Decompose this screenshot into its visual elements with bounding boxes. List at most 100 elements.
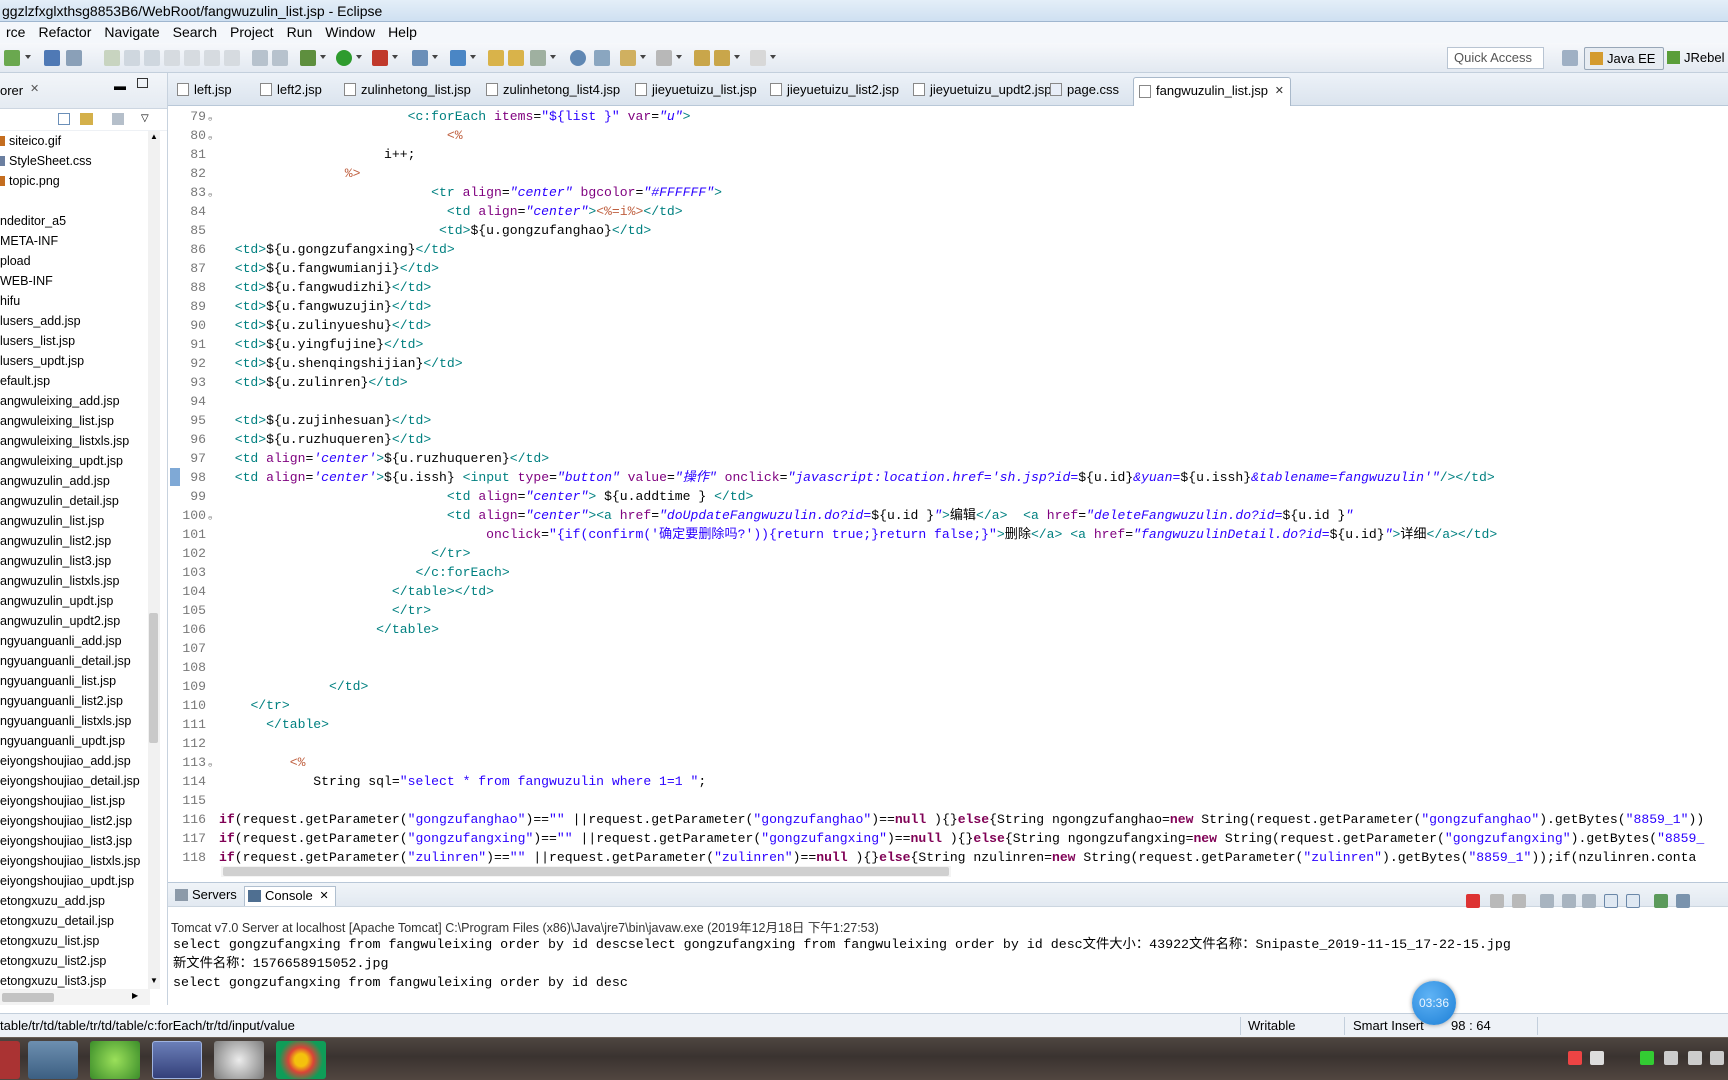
code-line[interactable]: 81 i++; [168, 145, 1728, 164]
tree-item[interactable]: lusers_updt.jsp [0, 351, 150, 371]
tree-item[interactable]: siteico.gif [0, 131, 150, 151]
tab-fangwuzulin-list-jsp[interactable]: fangwuzulin_list.jsp ✕ [1133, 77, 1292, 107]
code-line[interactable]: 117 if(request.getParameter("gongzufangxi… [168, 829, 1728, 848]
code-line[interactable]: 90 <td>${u.zulinyueshu}</td> [168, 316, 1728, 335]
code-line[interactable]: 115 [168, 791, 1728, 810]
code-line[interactable]: 102 </tr> [168, 544, 1728, 563]
code-line[interactable]: 79 ⊖ <c:forEach items="${list }" var="u"> [168, 107, 1728, 126]
scrollbar-thumb[interactable] [223, 867, 949, 876]
battery-icon[interactable] [1664, 1051, 1678, 1065]
resume-icon[interactable] [104, 50, 120, 66]
code-line[interactable]: 89 <td>${u.fangwuzujin}</td> [168, 297, 1728, 316]
tree-item[interactable]: META-INF [0, 231, 150, 251]
tree-item[interactable]: angwuzulin_listxls.jsp [0, 571, 150, 591]
tree-item[interactable]: eiyongshoujiao_detail.jsp [0, 771, 150, 791]
last-edit-icon[interactable] [694, 50, 710, 66]
code-line[interactable]: 104 </table></td> [168, 582, 1728, 601]
quick-access-field[interactable]: Quick Access [1447, 47, 1544, 69]
scrollbar-thumb[interactable] [149, 613, 158, 743]
code-line[interactable]: 85 <td>${u.gongzufanghao}</td> [168, 221, 1728, 240]
save-icon[interactable] [44, 50, 60, 66]
chevron-down-icon[interactable] [770, 55, 776, 59]
step-return-icon[interactable] [224, 50, 240, 66]
tree-item[interactable]: angwuzulin_list3.jsp [0, 551, 150, 571]
show-on-stdout-icon[interactable] [1604, 894, 1618, 908]
new-class-icon[interactable] [450, 50, 466, 66]
chevron-down-icon[interactable] [676, 55, 682, 59]
chrome-icon[interactable] [276, 1041, 326, 1079]
code-line[interactable]: 97 <td align='center'>${u.ruzhuqueren}</… [168, 449, 1728, 468]
chevron-down-icon[interactable] [25, 55, 31, 59]
volume-icon[interactable] [1688, 1051, 1702, 1065]
chevron-down-icon[interactable] [392, 55, 398, 59]
display-console-icon[interactable] [1676, 894, 1690, 908]
code-line[interactable]: 86 <td>${u.gongzufangxing}</td> [168, 240, 1728, 259]
code-line[interactable]: 96 <td>${u.ruzhuqueren}</td> [168, 430, 1728, 449]
tree-item[interactable]: etongxuzu_detail.jsp [0, 911, 150, 931]
tree-item[interactable]: StyleSheet.css [0, 151, 150, 171]
open-resource-icon[interactable] [508, 50, 524, 66]
code-line[interactable]: 110 </tr> [168, 696, 1728, 715]
jrebel-perspective-button[interactable]: JRebel [1662, 47, 1728, 70]
debug-icon[interactable] [300, 50, 316, 66]
chevron-down-icon[interactable] [356, 55, 362, 59]
tree-item[interactable]: etongxuzu_list.jsp [0, 931, 150, 951]
pin-console-icon[interactable] [1654, 894, 1668, 908]
code-line[interactable]: 82 %> [168, 164, 1728, 183]
tree-item[interactable]: efault.jsp [0, 371, 150, 391]
skip-breakpoints-icon[interactable] [66, 50, 82, 66]
chevron-down-icon[interactable] [432, 55, 438, 59]
editor-horizontal-scrollbar[interactable] [221, 866, 951, 877]
java-ee-perspective-button[interactable]: Java EE [1584, 47, 1665, 70]
eclipse-icon[interactable] [152, 1041, 202, 1079]
chevron-down-icon[interactable]: ▼ [150, 976, 158, 985]
network-icon[interactable] [1590, 1051, 1604, 1065]
code-line[interactable]: 105 </tr> [168, 601, 1728, 620]
app-1-icon[interactable] [0, 1041, 20, 1079]
ime-icon[interactable] [1710, 1051, 1724, 1065]
use-step-filters-icon[interactable] [272, 50, 288, 66]
console-output[interactable]: select gongzufangxing from fangwuleixing… [173, 935, 1511, 992]
open-perspective-icon[interactable] [1562, 50, 1578, 66]
tree-item[interactable]: etongxuzu_add.jsp [0, 891, 150, 911]
code-line[interactable]: 93 <td>${u.zulinren}</td> [168, 373, 1728, 392]
chevron-down-icon[interactable] [640, 55, 646, 59]
media-app-icon[interactable] [214, 1041, 264, 1079]
word-wrap-icon[interactable] [1582, 894, 1596, 908]
close-icon[interactable]: ✕ [1275, 78, 1284, 104]
code-line[interactable]: 84 <td align="center"><%=i%></td> [168, 202, 1728, 221]
tree-item[interactable]: angwuzulin_updt.jsp [0, 591, 150, 611]
toggle-mark-icon[interactable] [594, 50, 610, 66]
menu-item[interactable]: Navigate [98, 22, 166, 43]
code-line[interactable]: 91 <td>${u.yingfujine}</td> [168, 335, 1728, 354]
tab-left-jsp[interactable]: left.jsp [172, 81, 232, 106]
tab-zulinhetong-list4-jsp[interactable]: zulinhetong_list4.jsp [481, 81, 620, 106]
tab-jieyuetuizu-list-jsp[interactable]: jieyuetuizu_list.jsp [630, 81, 757, 106]
tree-item[interactable]: angwuzulin_detail.jsp [0, 491, 150, 511]
menu-item[interactable]: Run [281, 22, 320, 43]
chevron-down-icon[interactable] [734, 55, 740, 59]
code-line[interactable]: 80 ⊖ <% [168, 126, 1728, 145]
tree-item[interactable]: ngyuanguanli_list.jsp [0, 671, 150, 691]
menu-item[interactable]: Search [167, 22, 224, 43]
chevron-down-icon[interactable] [320, 55, 326, 59]
code-line[interactable]: 114 String sql="select * from fangwuzuli… [168, 772, 1728, 791]
code-line[interactable]: 99 <td align="center"> ${u.addtime } </t… [168, 487, 1728, 506]
tab-console[interactable]: Console ✕ [244, 886, 336, 906]
tree-item[interactable]: eiyongshoujiao_add.jsp [0, 751, 150, 771]
menu-item[interactable]: Project [224, 22, 281, 43]
tree-item[interactable] [0, 191, 150, 211]
view-menu-icon[interactable]: ▽ [141, 113, 149, 124]
code-line[interactable]: 92 <td>${u.shenqingshijian}</td> [168, 354, 1728, 373]
code-line[interactable]: 109 </td> [168, 677, 1728, 696]
clear-console-icon[interactable] [1540, 894, 1554, 908]
tree-item[interactable]: pload [0, 251, 150, 271]
show-on-stderr-icon[interactable] [1626, 894, 1640, 908]
tree-item[interactable]: angwuzulin_add.jsp [0, 471, 150, 491]
horizontal-scrollbar[interactable]: ▶ [0, 989, 150, 1005]
remove-all-icon[interactable] [1512, 894, 1526, 908]
tree-item[interactable]: angwuzulin_updt2.jsp [0, 611, 150, 631]
vertical-scrollbar[interactable]: ▲ ▼ [148, 131, 160, 989]
tab-servers[interactable]: Servers [172, 886, 237, 906]
tab-left2-jsp[interactable]: left2.jsp [255, 81, 322, 106]
